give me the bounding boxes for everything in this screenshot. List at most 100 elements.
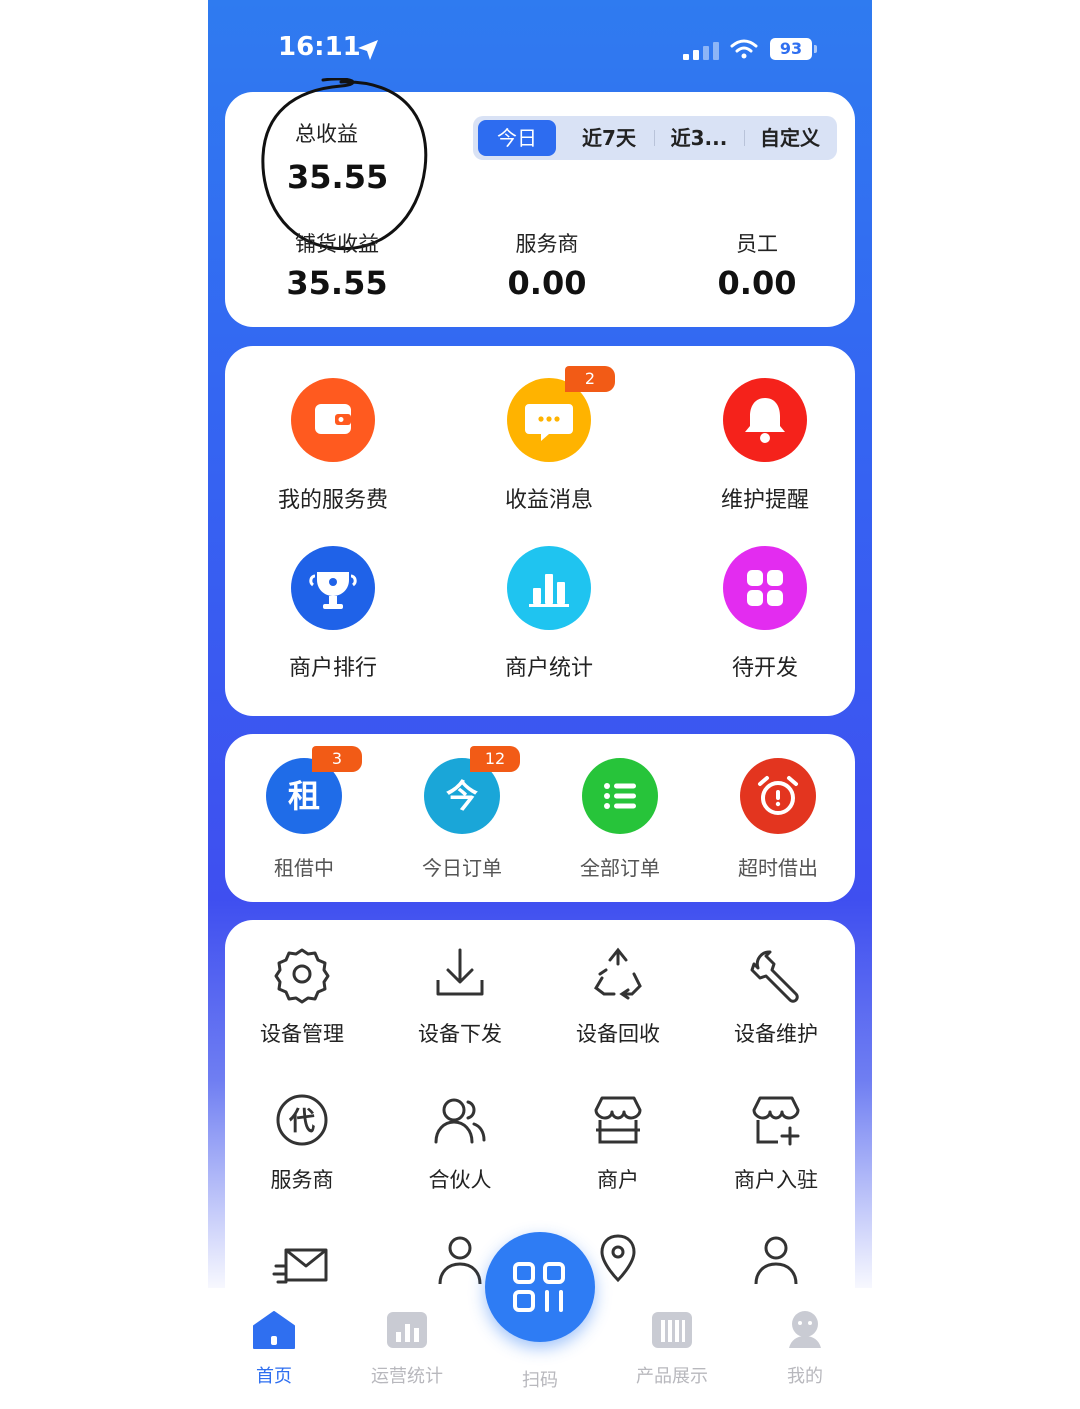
tab-mine[interactable]: 我的 [750,1310,860,1388]
renting-icon: 租 3 [266,746,362,834]
tab-home[interactable]: 首页 [219,1310,329,1388]
stat-label-distribution: 铺货收益 [295,232,379,256]
tool-label: 服务商 [270,1168,334,1192]
alarm-icon [740,758,816,834]
orders-card: 租 3 租借中 今 12 今日订单 全部订单 超时借出 [225,734,855,902]
tool-label: 设备下发 [418,1022,502,1046]
menu-maintenance-reminder[interactable]: 维护提醒 [665,378,865,514]
tool-merchant[interactable]: 商户 [543,1090,693,1194]
qr-scan-icon [513,1262,565,1312]
stats-icon [387,1312,427,1348]
menu-label: 待开发 [731,656,798,681]
user-icon [438,1236,482,1285]
bar-chart-icon [507,546,591,630]
product-icon [652,1312,692,1348]
message-icon: 2 [507,366,615,462]
recycle-icon [594,947,642,1000]
earnings-summary-card: 总收益 35.55 今日 近7天 近3... 自定义 铺货收益 35.55 服务… [225,78,855,327]
order-label: 超时借出 [738,856,818,880]
order-label: 全部订单 [580,856,660,880]
period-tab-7-days[interactable]: 近7天 [566,120,652,156]
order-overdue[interactable]: 超时借出 [703,758,853,881]
tab-product-showcase[interactable]: 产品展示 [617,1310,727,1388]
svg-text:代: 代 [288,1107,315,1137]
status-time: 16:11 [278,32,361,62]
map-pin-icon [600,1234,636,1283]
menu-merchant-statistics[interactable]: 商户统计 [449,546,649,682]
user-icon [754,1236,798,1285]
today-order-icon: 今 12 [424,746,520,834]
tool-device-maintenance[interactable]: 设备维护 [701,944,851,1048]
trophy-icon [291,546,375,630]
period-divider [654,130,655,146]
profile-icon [789,1311,821,1348]
tool-label: 设备维护 [734,1022,818,1046]
wallet-icon [291,378,375,462]
download-icon [436,948,484,996]
period-tab-custom[interactable]: 自定义 [746,120,834,156]
order-all[interactable]: 全部订单 [545,758,695,881]
menu-earnings-messages[interactable]: 2 收益消息 [449,366,649,514]
total-earnings-value: 35.55 [287,158,389,196]
tool-device-dispatch[interactable]: 设备下发 [385,944,535,1048]
order-count-badge: 12 [470,746,520,772]
menu-label: 商户排行 [288,656,377,681]
tab-label: 我的 [787,1366,823,1387]
stat-value-service-provider: 0.00 [507,264,587,302]
tool-row3-message[interactable] [227,1236,377,1296]
order-label: 今日订单 [422,856,502,880]
total-earnings-label: 总收益 [295,122,358,146]
menu-merchant-ranking[interactable]: 商户排行 [233,546,433,682]
menu-label: 维护提醒 [720,488,809,513]
period-tab-today[interactable]: 今日 [478,120,556,156]
tool-label: 商户入驻 [734,1168,818,1192]
home-icon [253,1311,295,1349]
wrench-icon [750,950,799,1003]
menu-my-service-fee[interactable]: 我的服务费 [233,378,433,514]
menu-label: 我的服务费 [277,488,388,513]
store-add-icon [752,1096,800,1146]
tool-label: 合伙人 [428,1168,492,1192]
status-bar: 16:11 93 [208,0,872,90]
tool-device-management[interactable]: 设备管理 [227,944,377,1048]
tool-service-provider[interactable]: 代 服务商 [227,1090,377,1194]
stat-label-service-provider: 服务商 [515,232,579,256]
menu-label: 商户统计 [504,656,593,681]
location-arrow-icon [358,40,378,60]
envelope-icon [272,1248,328,1284]
tool-merchant-onboarding[interactable]: 商户入驻 [701,1090,851,1194]
cellular-signal-icon [683,40,719,60]
tab-operation-stats[interactable]: 运营统计 [352,1310,462,1388]
tab-label: 运营统计 [371,1366,443,1387]
list-icon [582,758,658,834]
tool-device-recycle[interactable]: 设备回收 [543,944,693,1048]
unread-badge: 2 [565,366,615,392]
tool-row3-employee[interactable] [701,1230,851,1290]
wifi-icon [730,39,758,59]
menu-label: 收益消息 [504,488,593,513]
bell-icon [723,378,807,462]
tool-label: 设备回收 [576,1022,660,1046]
scan-label: 扫码 [522,1370,558,1391]
tab-label: 首页 [256,1366,292,1387]
tool-partners[interactable]: 合伙人 [385,1090,535,1194]
tab-label: 产品展示 [636,1366,708,1387]
order-count-badge: 3 [312,746,362,772]
period-divider [744,130,745,146]
stat-value-distribution: 35.55 [286,264,388,302]
scan-button[interactable] [485,1232,595,1342]
quick-menu-card: 我的服务费 2 收益消息 维护提醒 商户排行 商户统计 待开发 [225,346,855,716]
stat-value-employee: 0.00 [717,264,797,302]
tool-label: 商户 [597,1168,639,1192]
tool-label: 设备管理 [260,1022,344,1046]
order-renting[interactable]: 租 3 租借中 [229,746,379,881]
period-selector: 今日 近7天 近3... 自定义 [473,116,837,160]
battery-icon: 93 [770,38,817,60]
store-icon [594,1096,642,1144]
agent-icon: 代 [276,1094,328,1146]
order-today[interactable]: 今 12 今日订单 [387,746,537,881]
period-tab-3-months[interactable]: 近3... [656,120,742,156]
partners-icon [434,1098,486,1144]
stat-label-employee: 员工 [736,232,778,256]
menu-to-be-developed[interactable]: 待开发 [665,546,865,682]
